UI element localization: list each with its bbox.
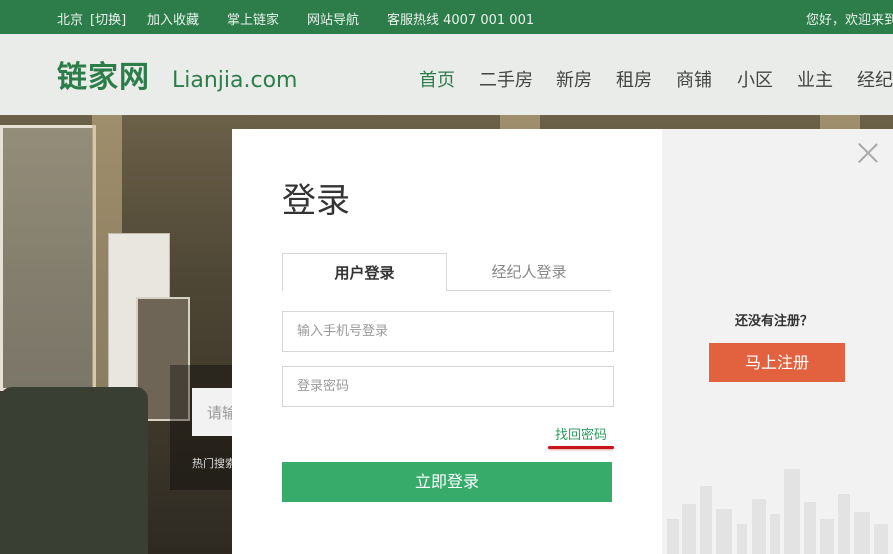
add-favorite-link[interactable]: 加入收藏 bbox=[147, 9, 199, 28]
nav-owner[interactable]: 业主 bbox=[797, 66, 833, 92]
logo-cn[interactable]: 链家网 bbox=[57, 52, 150, 96]
hotline-text: 客服热线 4007 001 001 bbox=[387, 13, 535, 28]
nav-home[interactable]: 首页 bbox=[419, 66, 455, 92]
nav-resale[interactable]: 二手房 bbox=[479, 66, 533, 92]
phone-input[interactable] bbox=[282, 311, 614, 352]
password-input[interactable] bbox=[282, 366, 614, 407]
forgot-password-link[interactable]: 找回密码 bbox=[555, 424, 607, 443]
nav-community[interactable]: 小区 bbox=[737, 66, 773, 92]
nav-rent[interactable]: 租房 bbox=[616, 66, 652, 92]
sofa-image bbox=[0, 387, 148, 554]
switch-city-link[interactable]: [切换] bbox=[90, 9, 126, 28]
hot-search-label: 热门搜索 bbox=[192, 457, 236, 470]
register-button[interactable]: 马上注册 bbox=[709, 343, 845, 382]
no-account-text: 还没有注册？ bbox=[735, 314, 814, 329]
mobile-app-link[interactable]: 掌上链家 bbox=[227, 9, 279, 28]
logo-en[interactable]: Lianjia.com bbox=[172, 68, 297, 93]
greeting-text: 您好，欢迎来到 bbox=[806, 13, 893, 28]
city-label: 北京 bbox=[57, 13, 84, 28]
nav-shops[interactable]: 商铺 bbox=[676, 66, 712, 92]
site-header: 链家网 Lianjia.com 首页 二手房 新房 租房 商铺 小区 业主 经纪… bbox=[0, 34, 893, 115]
nav-new-homes[interactable]: 新房 bbox=[556, 66, 592, 92]
login-modal: 登录 用户登录 经纪人登录 找回密码 立即登录 bbox=[232, 129, 662, 554]
modal-title: 登录 bbox=[282, 181, 350, 221]
nav-agent[interactable]: 经纪人 bbox=[857, 66, 893, 92]
close-icon[interactable] bbox=[858, 143, 878, 163]
skyline-illustration bbox=[667, 469, 888, 554]
register-panel: 还没有注册？ 马上注册 bbox=[662, 129, 893, 554]
annotation-underline bbox=[548, 446, 614, 449]
tab-user-login[interactable]: 用户登录 bbox=[282, 253, 447, 291]
top-bar: 北京 [切换] 加入收藏 掌上链家 网站导航 客服热线 4007 001 001… bbox=[0, 0, 893, 34]
login-button[interactable]: 立即登录 bbox=[282, 462, 612, 502]
tab-agent-login[interactable]: 经纪人登录 bbox=[447, 253, 611, 291]
site-nav-link[interactable]: 网站导航 bbox=[307, 9, 359, 28]
window-image bbox=[0, 125, 96, 391]
